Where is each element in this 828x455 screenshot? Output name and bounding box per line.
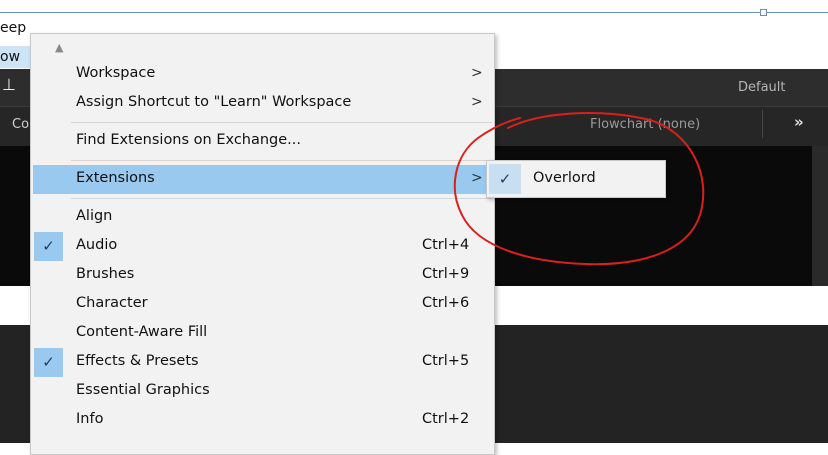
submenu-arrow-icon: > xyxy=(471,94,483,110)
menu-item-extensions[interactable]: Extensions > xyxy=(33,165,492,194)
panel-tab-composition[interactable]: Co xyxy=(12,117,29,132)
menu-item-label: Content-Aware Fill xyxy=(76,324,208,340)
menu-item-label: Assign Shortcut to "Learn" Workspace xyxy=(76,94,352,110)
menu-item-label: Align xyxy=(76,208,113,224)
submenu-arrow-icon: > xyxy=(471,65,483,81)
menu-item-essential-graphics[interactable]: Essential Graphics xyxy=(31,377,494,406)
menu-item-label: Essential Graphics xyxy=(76,382,210,398)
menu-item-label: Brushes xyxy=(76,266,135,282)
menu-item-label: Find Extensions on Exchange... xyxy=(76,132,302,148)
menu-item-label: Character xyxy=(76,295,148,311)
checkmark-icon: ✓ xyxy=(34,348,63,377)
selection-handle[interactable] xyxy=(760,9,767,16)
menu-item-shortcut: Ctrl+2 xyxy=(422,411,470,427)
menu-item-info[interactable]: Info Ctrl+2 xyxy=(31,406,494,435)
menu-separator xyxy=(71,160,492,161)
flowchart-label: Flowchart (none) xyxy=(590,117,701,132)
menu-item-effects-presets[interactable]: ✓ Effects & Presets Ctrl+5 xyxy=(31,348,494,377)
selection-guide-line xyxy=(0,12,828,13)
expand-panels-icon[interactable]: » xyxy=(794,113,804,131)
window-menu-dropdown: ▲ Workspace > Assign Shortcut to "Learn"… xyxy=(30,33,495,455)
menu-item-shortcut: Ctrl+6 xyxy=(422,295,470,311)
menu-item-shortcut: Ctrl+5 xyxy=(422,353,470,369)
scroll-up-icon[interactable]: ▲ xyxy=(55,41,63,54)
menubar-item-fragment[interactable]: eep xyxy=(0,20,26,36)
menu-item-brushes[interactable]: Brushes Ctrl+9 xyxy=(31,261,494,290)
menu-item-assign-shortcut[interactable]: Assign Shortcut to "Learn" Workspace > xyxy=(31,89,494,118)
menu-item-character[interactable]: Character Ctrl+6 xyxy=(31,290,494,319)
menu-separator xyxy=(71,198,492,199)
submenu-arrow-icon: > xyxy=(471,170,483,186)
panel-scrollbar[interactable] xyxy=(812,146,828,286)
submenu-item-label: Overlord xyxy=(533,170,596,186)
menu-item-label: Audio xyxy=(76,237,118,253)
menu-item-find-extensions[interactable]: Find Extensions on Exchange... xyxy=(31,127,494,156)
menu-item-align[interactable]: Align xyxy=(31,203,494,232)
stamp-tool-icon[interactable]: ⊥ xyxy=(2,75,16,94)
panel-divider xyxy=(762,110,763,138)
menubar-item-window[interactable]: ow xyxy=(0,46,30,68)
menu-item-label: Effects & Presets xyxy=(76,353,199,369)
workspace-default-label[interactable]: Default xyxy=(738,80,786,95)
extensions-submenu: ✓ Overlord xyxy=(486,160,666,198)
menu-item-shortcut: Ctrl+4 xyxy=(422,237,470,253)
menu-item-label: Extensions xyxy=(76,170,155,186)
checkmark-icon: ✓ xyxy=(489,164,521,194)
menu-item-shortcut: Ctrl+9 xyxy=(422,266,470,282)
submenu-item-overlord[interactable]: ✓ Overlord xyxy=(489,164,663,194)
menu-item-audio[interactable]: ✓ Audio Ctrl+4 xyxy=(31,232,494,261)
menu-item-content-aware-fill[interactable]: Content-Aware Fill xyxy=(31,319,494,348)
menu-separator xyxy=(71,122,492,123)
menu-item-label: Workspace xyxy=(76,65,156,81)
menu-item-label: Info xyxy=(76,411,104,427)
menu-item-workspace[interactable]: Workspace > xyxy=(31,60,494,89)
checkmark-icon: ✓ xyxy=(34,232,63,261)
